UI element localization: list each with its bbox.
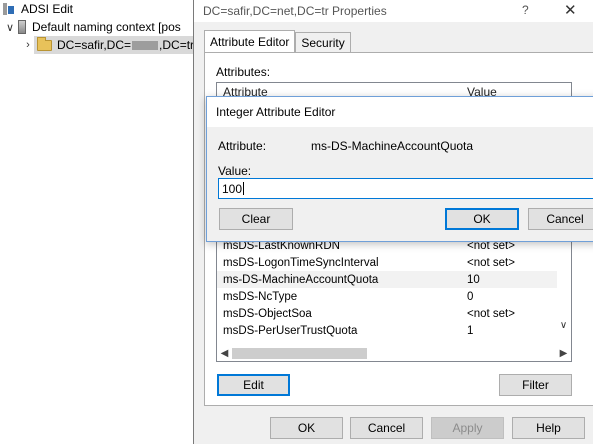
attribute-label: Attribute: [218,139,267,153]
chevron-right-icon[interactable]: › [22,39,34,51]
apply-button[interactable]: Apply [431,417,504,439]
ok-button[interactable]: OK [270,417,343,439]
dialog-title: Integer Attribute Editor [207,97,593,127]
scroll-left-icon[interactable]: ◀ [217,348,232,359]
scroll-down-icon[interactable]: ∨ [556,303,571,347]
row-value: 10 [467,273,480,286]
help-icon[interactable]: ? [522,3,529,17]
scroll-track[interactable] [232,346,556,361]
table-row-selected[interactable]: ms-DS-MachineAccountQuota 10 [217,271,557,288]
table-row[interactable]: msDS-NcType 0 [217,288,557,305]
properties-title: DC=safir,DC=net,DC=tr Properties [203,4,387,18]
tree-root-label: ADSI Edit [21,2,74,16]
scroll-thumb[interactable] [232,348,367,359]
tree-root[interactable]: ADSI Edit [2,0,73,18]
table-row[interactable]: msDS-PerUserTrustQuota 1 [217,322,557,339]
row-value: 1 [467,324,474,337]
filter-button[interactable]: Filter [499,374,572,396]
value-text: 100 [222,181,243,196]
attributes-label: Attributes: [216,65,271,79]
clear-button[interactable]: Clear [219,208,293,230]
adsi-icon [2,2,15,16]
row-attribute: msDS-LogonTimeSyncInterval [223,256,379,269]
help-button[interactable]: Help [512,417,585,439]
tab-security[interactable]: Security [295,32,351,52]
selected-node[interactable]: DC=safir,DC= ,DC=tr [34,36,193,54]
integer-attribute-editor-dialog: Integer Attribute Editor Attribute: ms-D… [206,96,593,242]
row-attribute: msDS-PerUserTrustQuota [223,324,358,337]
dialog-cancel-button[interactable]: Cancel [528,208,593,230]
value-label: Value: [218,164,252,178]
row-attribute: ms-DS-MachineAccountQuota [223,273,379,286]
dialog-ok-button[interactable]: OK [445,208,519,230]
folder-icon [37,36,52,51]
table-row[interactable]: msDS-LogonTimeSyncInterval <not set> [217,254,557,271]
row-value: 0 [467,290,474,303]
close-icon[interactable]: ✕ [564,1,577,19]
properties-titlebar: DC=safir,DC=net,DC=tr Properties ? ✕ [194,0,593,22]
list-rows: msDS-LastKnownRDN <not set> msDS-LogonTi… [217,237,557,339]
adsi-tree: ADSI Edit ∨ Default naming context [pos … [0,0,193,444]
edit-button[interactable]: Edit [217,374,290,396]
node-label-suffix: ,DC=tr [159,38,193,52]
tab-strip: Attribute Editor Security [204,30,351,52]
table-row[interactable]: msDS-ObjectSoa <not set> [217,305,557,322]
cancel-button[interactable]: Cancel [350,417,423,439]
row-attribute: msDS-ObjectSoa [223,307,312,320]
tree-domain-node[interactable]: › DC=safir,DC= ,DC=tr [22,36,193,54]
text-caret [243,182,245,195]
row-attribute: msDS-NcType [223,290,298,303]
node-label-prefix: DC=safir,DC= [57,38,132,52]
naming-context-label: Default naming context [pos [32,20,181,34]
horizontal-scrollbar[interactable]: ◀ ▶ [217,346,571,361]
row-value: <not set> [467,307,515,320]
chevron-down-icon[interactable]: ∨ [4,21,16,34]
scroll-right-icon[interactable]: ▶ [556,348,571,359]
redaction-mark [132,40,159,50]
tree-naming-context[interactable]: ∨ Default naming context [pos [4,18,181,36]
server-icon [18,20,26,34]
tab-attribute-editor[interactable]: Attribute Editor [204,30,296,52]
attribute-name: ms-DS-MachineAccountQuota [311,139,474,153]
value-input[interactable]: 100 [218,178,593,199]
row-value: <not set> [467,256,515,269]
